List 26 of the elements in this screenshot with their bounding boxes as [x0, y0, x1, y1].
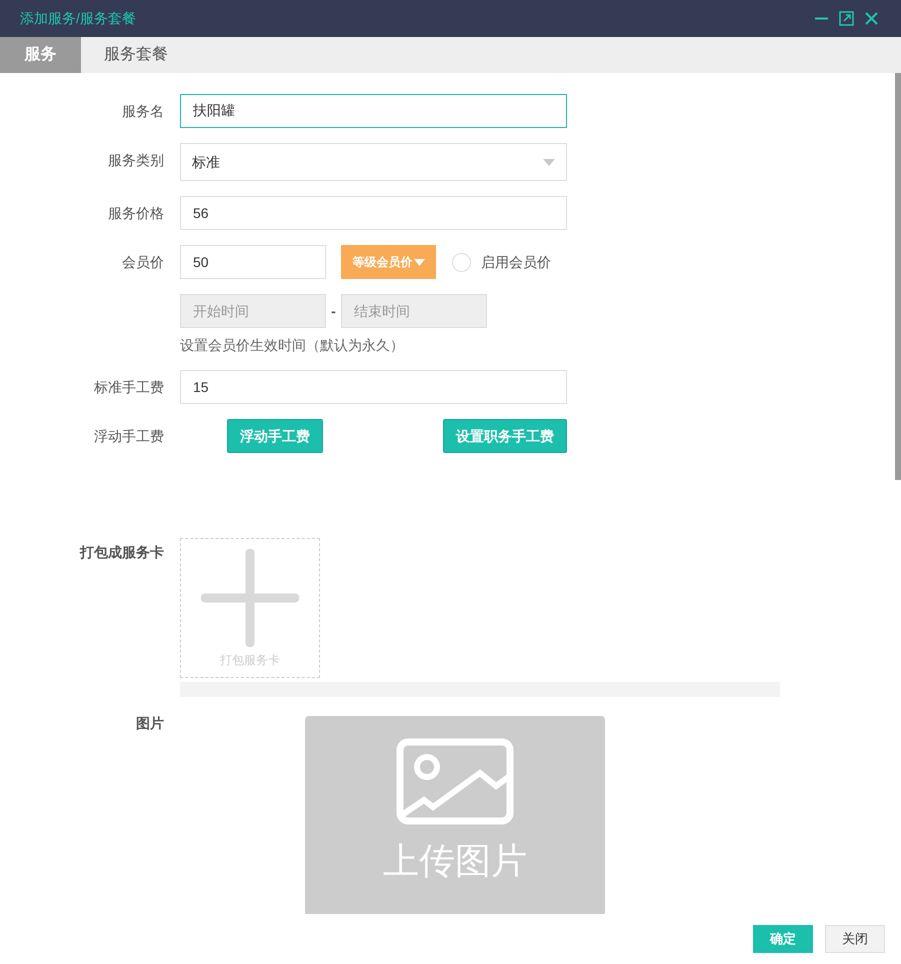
window-title: 添加服务/服务套餐	[20, 9, 136, 28]
field-label: 服务名	[122, 102, 164, 121]
caret-icon	[414, 258, 424, 266]
range-separator: -	[330, 302, 337, 320]
enable-member-price-radio[interactable]: 启用会员价	[452, 252, 551, 272]
plus-icon	[201, 549, 299, 647]
input-field[interactable]: 15	[180, 370, 567, 404]
input-field[interactable]: 50	[180, 245, 326, 279]
dropdown-caret-icon	[543, 158, 555, 166]
image-icon	[396, 738, 514, 825]
field-label: 图片	[136, 714, 164, 733]
field-label: 标准手工费	[94, 378, 164, 397]
scrollbar-thumb[interactable]	[895, 73, 901, 480]
field-label: 服务类别	[108, 151, 164, 170]
input-field[interactable]: 56	[180, 196, 567, 230]
footer-button[interactable]: 关闭	[825, 925, 885, 953]
close-icon[interactable]	[864, 11, 879, 26]
field-label: 会员价	[122, 253, 164, 272]
field-label: 服务价格	[108, 204, 164, 223]
maximize-icon[interactable]	[839, 11, 854, 26]
field-label: 打包成服务卡	[80, 543, 164, 562]
input-field[interactable]: 扶阳罐	[180, 94, 567, 128]
tab[interactable]: 服务套餐	[81, 37, 191, 73]
select-field[interactable]: 标准	[180, 143, 567, 181]
hint-text: 设置会员价生效时间（默认为永久）	[180, 337, 404, 353]
field-label: 浮动手工费	[94, 427, 164, 446]
